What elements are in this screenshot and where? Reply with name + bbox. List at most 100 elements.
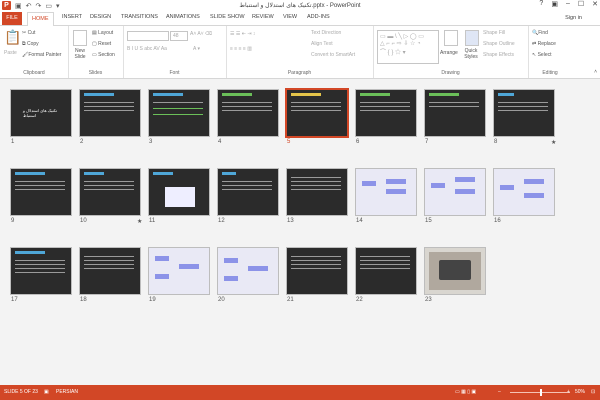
minimize-icon[interactable]: – [566, 0, 570, 8]
arrange-button[interactable]: Arrange [440, 50, 458, 56]
animation-star-icon: ★ [137, 219, 143, 225]
font-group-label: Font [169, 70, 180, 76]
slides-group-label: Slides [88, 70, 103, 76]
font-format-icons[interactable]: B I U S abc AV Aa [127, 46, 167, 52]
slide-image [217, 247, 279, 295]
slide-number: 2 [80, 139, 84, 145]
language-status[interactable]: PERSIAN [56, 389, 78, 395]
slide-number: 9 [11, 218, 15, 224]
close-icon[interactable]: ✕ [592, 0, 598, 8]
slide-number: 10 [80, 218, 87, 224]
slide-number: 5 [287, 139, 291, 145]
slide-image [286, 168, 348, 216]
view-buttons[interactable]: ▭ ▦ ▯ ▣ [455, 389, 476, 395]
font-name-input[interactable] [127, 31, 169, 41]
slide-image [148, 168, 210, 216]
tab-add-ins[interactable]: ADD-INS [307, 14, 330, 20]
paragraph-group-label: Paragraph [287, 70, 312, 76]
clipboard-group: 📋 Paste ✂ Cut ⧉ Copy 🖌Format Painter Cli… [0, 26, 69, 78]
slides-group: New Slide ▤ Layout ▢ Reset ▭ Section Sli… [68, 26, 124, 78]
tab-view[interactable]: VIEW [283, 14, 297, 20]
slide-number: 1 [11, 139, 15, 145]
new-slide-icon[interactable] [73, 30, 87, 46]
shapes-gallery[interactable]: ▭ ▬ \ ╲ ▷ ◯ ▭ △ ⌐ ⌐ ⇨ ⇩ ☆ ◔ ⌒ { } ☆ ▾ [377, 30, 439, 64]
list-buttons[interactable]: ☰ ☰ ⇤ ⇥ ↕ [230, 31, 255, 37]
ribbon-display-icon[interactable]: ▣ [551, 0, 558, 8]
slide-image [424, 89, 486, 137]
fit-slide-icon[interactable]: ⊡ [591, 389, 595, 395]
slide-image [79, 168, 141, 216]
slide-image [217, 168, 279, 216]
layout-button[interactable]: ▤ Layout [92, 30, 113, 36]
quick-styles-button[interactable]: Quick Styles [463, 48, 479, 60]
tab-slide-show[interactable]: SLIDE SHOW [210, 14, 245, 20]
paste-icon[interactable]: 📋 [4, 29, 21, 46]
slide-number: 20 [218, 297, 225, 303]
slide-number: 18 [80, 297, 87, 303]
proofing-icon[interactable]: ▣ [44, 389, 49, 395]
slide-number: 17 [11, 297, 18, 303]
align-buttons[interactable]: ≡ ≡ ≡ ≡ ▥ [230, 46, 252, 52]
status-bar: SLIDE 5 OF 23 ▣ PERSIAN ▭ ▦ ▯ ▣ – + 50% … [0, 385, 600, 400]
arrange-icon[interactable] [444, 30, 458, 46]
slide-image [424, 247, 486, 295]
slide-number: 22 [356, 297, 363, 303]
tab-file[interactable]: FILE [2, 12, 22, 25]
slide-image [148, 247, 210, 295]
font-group: 48 A˄ A˅ ⌫ B I U S abc AV Aa A ▾ Font [123, 26, 227, 78]
sign-in-link[interactable]: Sign in [565, 15, 582, 21]
slide-image [355, 89, 417, 137]
slide-count-status: SLIDE 5 OF 23 [4, 389, 38, 395]
tab-home[interactable]: HOME [27, 12, 54, 27]
slide-number: 12 [218, 218, 225, 224]
reset-button[interactable]: ▢ Reset [92, 41, 111, 47]
slide-number: 8 [494, 139, 498, 145]
tab-insert[interactable]: INSERT [62, 14, 82, 20]
tab-animations[interactable]: ANIMATIONS [166, 14, 200, 20]
maximize-icon[interactable]: ☐ [578, 0, 584, 8]
tab-review[interactable]: REVIEW [252, 14, 274, 20]
help-icon[interactable]: ? [539, 0, 543, 8]
drawing-group: ▭ ▬ \ ╲ ▷ ◯ ▭ △ ⌐ ⌐ ⇨ ⇩ ☆ ◔ ⌒ { } ☆ ▾ Arra… [373, 26, 529, 78]
align-text-button[interactable]: Align Text [311, 41, 333, 47]
zoom-out-icon[interactable]: – [498, 389, 501, 395]
tab-design[interactable]: DESIGN [90, 14, 111, 20]
slide-number: 13 [287, 218, 294, 224]
find-button[interactable]: 🔍Find [532, 30, 548, 36]
tab-transitions[interactable]: TRANSITIONS [121, 14, 158, 20]
zoom-slider-handle[interactable] [540, 389, 542, 396]
zoom-in-icon[interactable]: + [567, 389, 570, 395]
paragraph-group: ☰ ☰ ⇤ ⇥ ↕ ≡ ≡ ≡ ≡ ▥ Text Direction Align… [226, 26, 374, 78]
quick-styles-icon[interactable] [465, 30, 479, 46]
paste-button[interactable]: Paste [4, 50, 17, 56]
slide-sorter: تکنیک های استدلال و استنباط 1 2 3 4 5 6 … [0, 79, 600, 385]
shape-effects-button[interactable]: Shape Effects [483, 52, 514, 58]
slide-image [10, 247, 72, 295]
font-color-icon[interactable]: A ▾ [193, 46, 200, 52]
collapse-ribbon-icon[interactable]: ˄ [594, 69, 597, 75]
slide-image [79, 247, 141, 295]
select-button[interactable]: ↖ Select [532, 52, 552, 58]
slide-1-image: تکنیک های استدلال و استنباط [10, 89, 72, 137]
section-button[interactable]: ▭ Section [92, 52, 115, 58]
font-grow-shrink-icons[interactable]: A˄ A˅ ⌫ [190, 31, 212, 37]
slide-image [355, 168, 417, 216]
slide-image [148, 89, 210, 137]
new-slide-button[interactable]: New Slide [71, 48, 89, 60]
shape-outline-button[interactable]: Shape Outline [483, 41, 515, 47]
convert-smartart-button[interactable]: Convert to SmartArt [311, 52, 355, 58]
text-direction-button[interactable]: Text Direction [311, 30, 341, 36]
slide-number: 6 [356, 139, 360, 145]
window-controls: ? ▣ – ☐ ✕ [539, 0, 598, 8]
slide-number: 14 [356, 218, 363, 224]
font-size-input[interactable]: 48 [170, 31, 188, 41]
format-painter-button[interactable]: 🖌Format Painter [22, 52, 61, 58]
slide-image [493, 168, 555, 216]
slide-number: 23 [425, 297, 432, 303]
slide-image [355, 247, 417, 295]
shape-fill-button[interactable]: Shape Fill [483, 30, 505, 36]
zoom-level[interactable]: 50% [575, 389, 585, 395]
cut-button[interactable]: ✂ Cut [22, 30, 35, 36]
replace-button[interactable]: ⇄ Replace [532, 41, 556, 47]
copy-button[interactable]: ⧉ Copy [22, 41, 39, 47]
